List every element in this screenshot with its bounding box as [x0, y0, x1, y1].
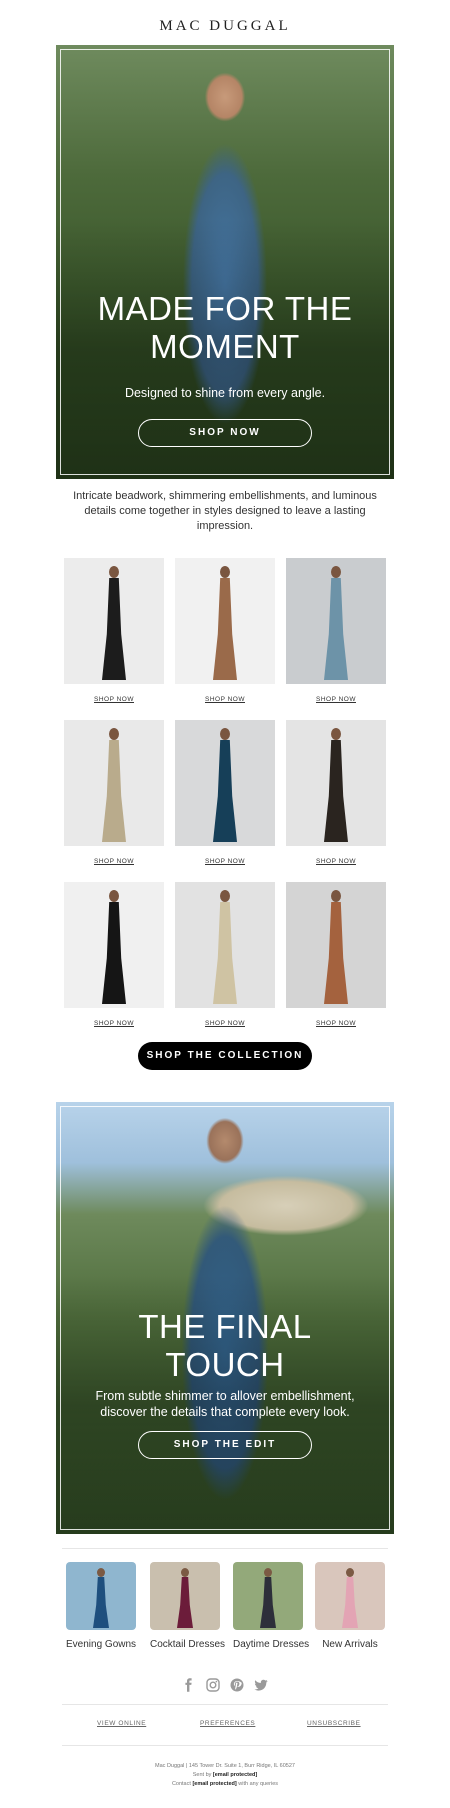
- preferences-link[interactable]: PREFERENCES: [200, 1720, 255, 1727]
- contact-label: Contact: [171, 1781, 191, 1787]
- product-image[interactable]: [64, 720, 164, 846]
- category-label[interactable]: Daytime Dresses: [233, 1639, 309, 1650]
- product-image[interactable]: [175, 558, 275, 684]
- hero-title-line-2: MOMENT: [150, 328, 300, 365]
- hero-title: MADE FOR THE MOMENT: [56, 290, 394, 366]
- divider: [62, 1704, 388, 1705]
- company-address: Mac Duggal | 145 Tower Dr. Suite 1, Burr…: [155, 1763, 295, 1769]
- product-card[interactable]: SHOP NOW: [286, 558, 386, 703]
- facebook-icon[interactable]: [182, 1678, 196, 1692]
- category-image[interactable]: [233, 1562, 303, 1630]
- product-card[interactable]: SHOP NOW: [286, 720, 386, 865]
- pinterest-icon[interactable]: [230, 1678, 244, 1692]
- hero-banner-the-final-touch[interactable]: THE FINAL TOUCH From subtle shimmer to a…: [56, 1102, 394, 1534]
- category-image[interactable]: [150, 1562, 220, 1630]
- contact-line: Contact [email protected] with any queri…: [0, 1780, 450, 1789]
- sent-by-label: Sent by: [192, 1772, 212, 1778]
- product-image[interactable]: [64, 882, 164, 1008]
- category-evening-gowns[interactable]: Evening Gowns: [66, 1562, 136, 1650]
- hero-shop-the-edit-button[interactable]: SHOP THE EDIT: [138, 1431, 312, 1459]
- hero-title-line-1: THE FINAL: [138, 1308, 312, 1345]
- product-image[interactable]: [175, 882, 275, 1008]
- product-image[interactable]: [175, 720, 275, 846]
- social-links: [0, 1678, 450, 1692]
- product-shop-now-link[interactable]: SHOP NOW: [64, 696, 164, 703]
- contact-suffix: with any queries: [238, 1781, 279, 1787]
- intro-text: Intricate beadwork, shimmering embellish…: [73, 490, 377, 532]
- category-image[interactable]: [315, 1562, 385, 1630]
- category-new-arrivals[interactable]: New Arrivals: [315, 1562, 385, 1650]
- hero-title-line-2: TOUCH: [165, 1346, 285, 1383]
- hero-subtitle: From subtle shimmer to allover embellish…: [76, 1388, 374, 1420]
- product-shop-now-link[interactable]: SHOP NOW: [175, 858, 275, 865]
- product-image[interactable]: [64, 558, 164, 684]
- hero-banner-made-for-the-moment[interactable]: MADE FOR THE MOMENT Designed to shine fr…: [56, 45, 394, 479]
- product-card[interactable]: SHOP NOW: [175, 882, 275, 1027]
- category-label[interactable]: Cocktail Dresses: [150, 1639, 225, 1650]
- hero-subtitle-line-1: From subtle shimmer to allover embellish…: [95, 1389, 355, 1403]
- product-shop-now-link[interactable]: SHOP NOW: [64, 1020, 164, 1027]
- product-card[interactable]: SHOP NOW: [64, 720, 164, 865]
- footer-address-block: Mac Duggal | 145 Tower Dr. Suite 1, Burr…: [0, 1762, 450, 1789]
- product-shop-now-link[interactable]: SHOP NOW: [286, 1020, 386, 1027]
- instagram-icon[interactable]: [206, 1678, 220, 1692]
- hero-frame: [60, 49, 390, 475]
- shop-the-collection-button[interactable]: SHOP THE COLLECTION: [138, 1042, 312, 1070]
- product-shop-now-link[interactable]: SHOP NOW: [175, 1020, 275, 1027]
- product-card[interactable]: SHOP NOW: [175, 720, 275, 865]
- hero-subtitle-line-2: discover the details that complete every…: [100, 1405, 350, 1419]
- product-image[interactable]: [286, 558, 386, 684]
- view-online-link[interactable]: VIEW ONLINE: [97, 1720, 146, 1727]
- product-card[interactable]: SHOP NOW: [64, 558, 164, 703]
- category-image[interactable]: [66, 1562, 136, 1630]
- product-shop-now-link[interactable]: SHOP NOW: [286, 696, 386, 703]
- product-image[interactable]: [286, 720, 386, 846]
- category-label[interactable]: Evening Gowns: [66, 1639, 136, 1650]
- product-shop-now-link[interactable]: SHOP NOW: [175, 696, 275, 703]
- divider: [62, 1548, 388, 1549]
- product-card[interactable]: SHOP NOW: [286, 882, 386, 1027]
- sent-by-line: Sent by [email protected]: [0, 1771, 450, 1780]
- hero-shop-now-button[interactable]: SHOP NOW: [138, 419, 312, 447]
- product-card[interactable]: SHOP NOW: [175, 558, 275, 703]
- divider: [62, 1745, 388, 1746]
- contact-email[interactable]: [email protected]: [192, 1781, 236, 1787]
- twitter-icon[interactable]: [254, 1678, 268, 1692]
- sent-by-email[interactable]: [email protected]: [213, 1772, 257, 1778]
- category-daytime-dresses[interactable]: Daytime Dresses: [233, 1562, 309, 1650]
- product-shop-now-link[interactable]: SHOP NOW: [286, 858, 386, 865]
- product-shop-now-link[interactable]: SHOP NOW: [64, 858, 164, 865]
- hero-title-line-1: MADE FOR THE: [97, 290, 353, 327]
- product-card[interactable]: SHOP NOW: [64, 882, 164, 1027]
- brand-logo[interactable]: MAC DUGGAL: [0, 18, 450, 35]
- unsubscribe-link[interactable]: UNSUBSCRIBE: [307, 1720, 361, 1727]
- hero-title: THE FINAL TOUCH: [56, 1308, 394, 1384]
- product-image[interactable]: [286, 882, 386, 1008]
- category-label[interactable]: New Arrivals: [315, 1639, 385, 1650]
- hero-subtitle: Designed to shine from every angle.: [124, 386, 326, 400]
- category-cocktail-dresses[interactable]: Cocktail Dresses: [150, 1562, 225, 1650]
